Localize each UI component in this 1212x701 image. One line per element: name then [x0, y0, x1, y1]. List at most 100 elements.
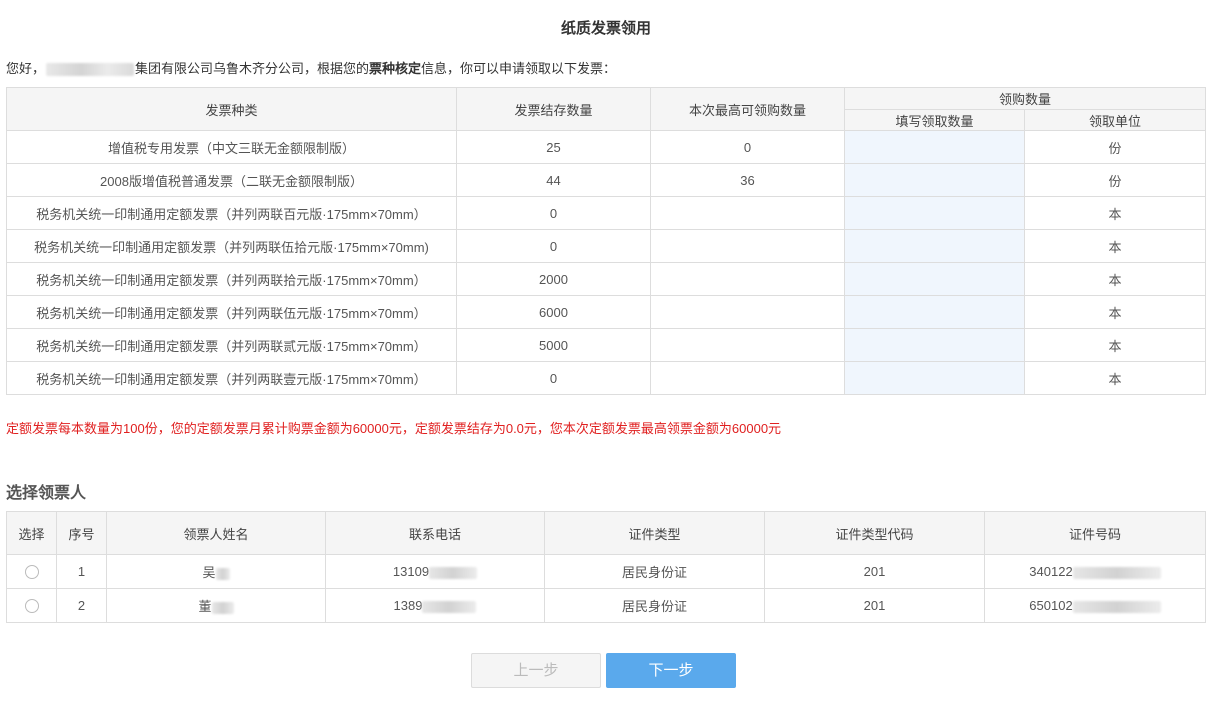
greeting-text: 您好， 集团有限公司乌鲁木齐分公司，根据您的票种核定信息，你可以申请领取以下发票： — [6, 58, 616, 77]
col-header-unit: 领取单位 — [1023, 109, 1207, 131]
quantity-input[interactable] — [845, 362, 1024, 394]
quantity-input[interactable] — [845, 230, 1024, 262]
quantity-cell — [844, 163, 1025, 197]
col-header-id-number: 证件号码 — [984, 511, 1206, 555]
invoice-type-cell: 税务机关统一印制通用定额发票（并列两联贰元版·175mm×70mm） — [6, 328, 457, 362]
quantity-input[interactable] — [845, 296, 1024, 328]
redacted-phone — [429, 566, 478, 579]
stock-cell: 0 — [456, 361, 651, 395]
stock-cell: 2000 — [456, 262, 651, 296]
quantity-input[interactable] — [845, 197, 1024, 229]
col-header-select: 选择 — [6, 511, 57, 555]
quantity-input[interactable] — [845, 164, 1024, 196]
next-step-button[interactable]: 下一步 — [606, 653, 736, 688]
id-type-cell: 居民身份证 — [544, 554, 765, 589]
max-cell: 0 — [650, 130, 845, 164]
invoice-type-table: 发票种类 发票结存数量 本次最高可领购数量 领购数量 填写领取数量 领取单位 增… — [6, 87, 1207, 395]
max-cell — [650, 361, 845, 395]
max-cell — [650, 328, 845, 362]
unit-cell: 本 — [1023, 361, 1207, 395]
redacted-name — [211, 601, 234, 614]
id-type-cell: 居民身份证 — [544, 588, 765, 623]
table-row: 税务机关统一印制通用定额发票（并列两联拾元版·175mm×70mm） 2000 … — [6, 262, 1207, 296]
col-header-name: 领票人姓名 — [106, 511, 326, 555]
redacted-phone — [422, 600, 477, 613]
col-header-id-type-code: 证件类型代码 — [764, 511, 985, 555]
quantity-input[interactable] — [845, 131, 1024, 163]
redacted-id-number — [1072, 566, 1161, 579]
col-header-max: 本次最高可领购数量 — [650, 87, 845, 131]
unit-cell: 本 — [1023, 229, 1207, 263]
table-row: 税务机关统一印制通用定额发票（并列两联贰元版·175mm×70mm） 5000 … — [6, 328, 1207, 362]
greeting-company: 集团有限公司乌鲁木齐分公司，根据您的 — [135, 61, 370, 76]
prev-step-button[interactable]: 上一步 — [471, 653, 601, 688]
unit-cell: 份 — [1023, 163, 1207, 197]
recipient-name: 董 — [198, 599, 212, 614]
quantity-input[interactable] — [845, 329, 1024, 361]
col-header-invoice-type: 发票种类 — [6, 87, 457, 131]
id-type-code-cell: 201 — [764, 588, 985, 623]
quantity-cell — [844, 328, 1025, 362]
invoice-type-cell: 增值税专用发票（中文三联无金额限制版） — [6, 130, 457, 164]
invoice-type-cell: 2008版增值税普通发票（二联无金额限制版） — [6, 163, 457, 197]
quantity-cell — [844, 229, 1025, 263]
name-cell: 吴 — [106, 554, 326, 589]
greeting-prefix: 您好， — [6, 61, 46, 76]
stock-cell: 6000 — [456, 295, 651, 329]
max-cell — [650, 229, 845, 263]
col-header-purchase-group: 领购数量 — [843, 87, 1207, 110]
quantity-cell — [844, 262, 1025, 296]
quantity-cell — [844, 130, 1025, 164]
table-row: 税务机关统一印制通用定额发票（并列两联伍元版·175mm×70mm） 6000 … — [6, 295, 1207, 329]
id-number-cell: 340122 — [984, 554, 1206, 589]
invoice-type-cell: 税务机关统一印制通用定额发票（并列两联伍拾元版·175mm×70mm) — [6, 229, 457, 263]
col-header-stock: 发票结存数量 — [456, 87, 651, 131]
greeting-highlight: 票种核定 — [369, 61, 422, 76]
table-row: 税务机关统一印制通用定额发票（并列两联百元版·175mm×70mm） 0 本 — [6, 196, 1207, 230]
stock-cell: 44 — [456, 163, 651, 197]
recipient-id-number: 650102 — [1029, 598, 1073, 613]
redacted-id-number — [1072, 600, 1161, 613]
select-cell — [6, 554, 57, 589]
unit-cell: 本 — [1023, 196, 1207, 230]
col-header-phone: 联系电话 — [325, 511, 545, 555]
quota-notice: 定额发票每本数量为100份，您的定额发票月累计购票金额为60000元，定额发票结… — [6, 421, 782, 436]
max-cell — [650, 196, 845, 230]
table-row[interactable]: 1 吴 13109 居民身份证 201 340122 — [6, 554, 1206, 589]
stock-cell: 0 — [456, 229, 651, 263]
table-row: 2008版增值税普通发票（二联无金额限制版） 44 36 份 — [6, 163, 1207, 197]
unit-cell: 本 — [1023, 295, 1207, 329]
col-header-id-type: 证件类型 — [544, 511, 765, 555]
recipient-id-number: 340122 — [1029, 564, 1073, 579]
index-cell: 1 — [56, 554, 107, 589]
invoice-type-cell: 税务机关统一印制通用定额发票（并列两联拾元版·175mm×70mm） — [6, 262, 457, 296]
recipient-name: 吴 — [202, 565, 216, 580]
id-type-code-cell: 201 — [764, 554, 985, 589]
col-header-index: 序号 — [56, 511, 107, 555]
section-title-recipients: 选择领票人 — [6, 485, 87, 502]
table-row: 税务机关统一印制通用定额发票（并列两联伍拾元版·175mm×70mm) 0 本 — [6, 229, 1207, 263]
recipient-phone: 13109 — [392, 564, 430, 579]
name-cell: 董 — [106, 588, 326, 623]
select-radio[interactable] — [24, 599, 39, 614]
recipient-table: 选择 序号 领票人姓名 联系电话 证件类型 证件类型代码 证件号码 1 吴 13… — [6, 511, 1206, 623]
id-number-cell: 650102 — [984, 588, 1206, 623]
index-cell: 2 — [56, 588, 107, 623]
quantity-cell — [844, 196, 1025, 230]
table-row[interactable]: 2 董 1389 居民身份证 201 650102 — [6, 588, 1206, 623]
col-header-fill-quantity: 填写领取数量 — [844, 109, 1025, 131]
recipient-phone: 1389 — [393, 598, 423, 613]
quantity-cell — [844, 361, 1025, 395]
unit-cell: 本 — [1023, 262, 1207, 296]
quantity-input[interactable] — [845, 263, 1024, 295]
max-cell: 36 — [650, 163, 845, 197]
select-cell — [6, 588, 57, 623]
select-radio[interactable] — [24, 565, 39, 580]
redacted-name — [215, 567, 230, 580]
stock-cell: 25 — [456, 130, 651, 164]
unit-cell: 份 — [1023, 130, 1207, 164]
phone-cell: 1389 — [325, 588, 545, 623]
table-row: 税务机关统一印制通用定额发票（并列两联壹元版·175mm×70mm） 0 本 — [6, 361, 1207, 395]
page-title: 纸质发票领用 — [560, 20, 651, 37]
max-cell — [650, 262, 845, 296]
